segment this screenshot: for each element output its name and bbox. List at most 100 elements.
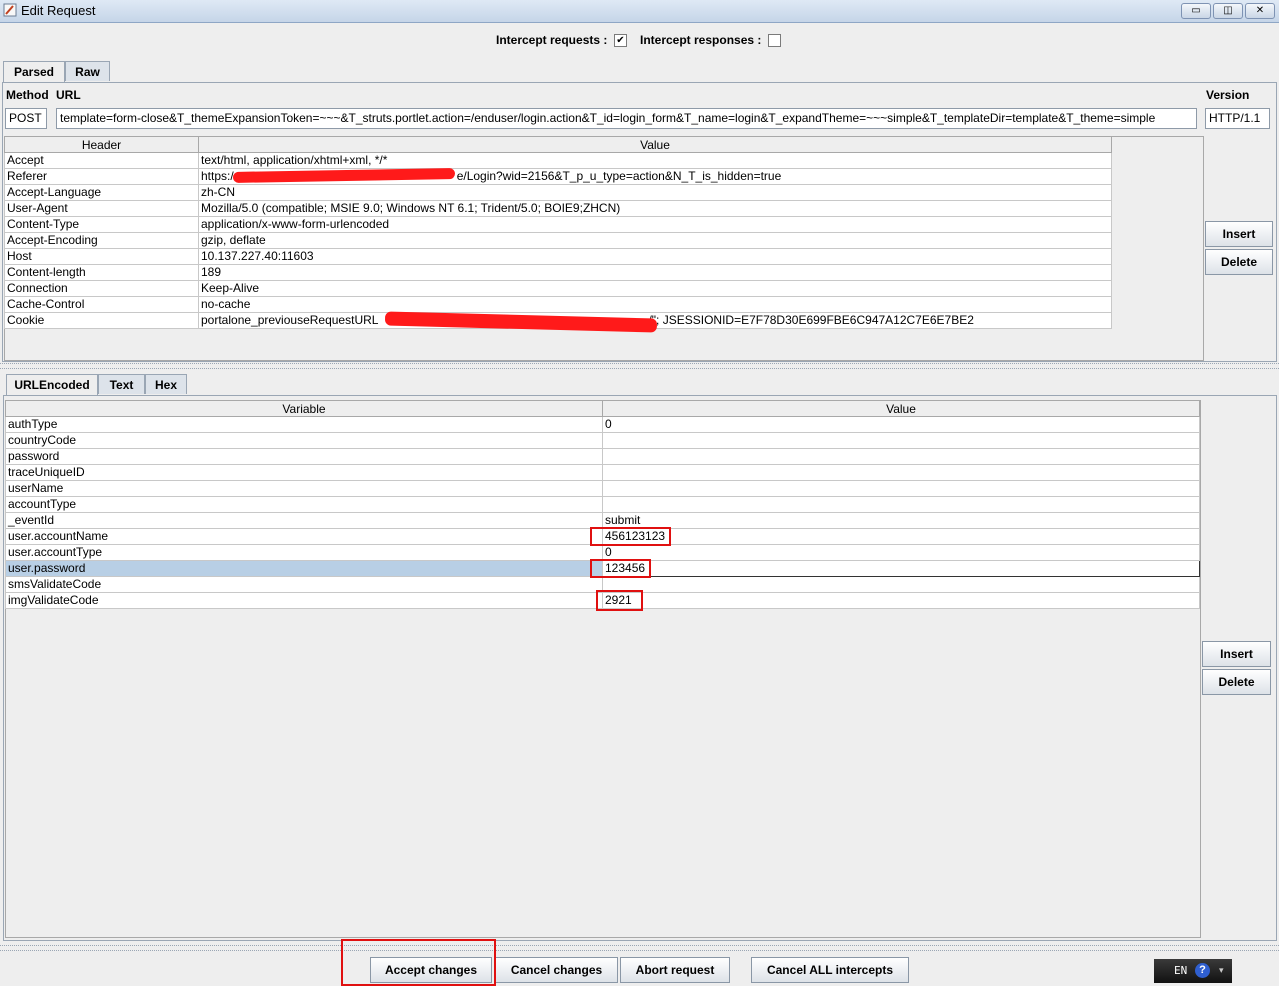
param-value[interactable]: 0 [602,416,1200,433]
table-row[interactable]: countryCode [5,432,1200,449]
chevron-down-icon[interactable]: ▾ [1219,965,1224,976]
table-row[interactable]: Content-length 189 [4,264,1112,281]
headers-header-row: Header Value [4,136,1112,153]
cancel-changes-button[interactable]: Cancel changes [495,957,618,983]
param-name[interactable]: accountType [5,496,603,513]
param-value[interactable] [602,432,1200,449]
header-name[interactable]: Host [4,248,199,265]
header-name[interactable]: Cache-Control [4,296,199,313]
param-value[interactable] [602,448,1200,465]
param-name[interactable]: _eventId [5,512,603,529]
param-value[interactable]: 456123123 [602,528,1200,545]
tab-text[interactable]: Text [98,374,145,394]
table-row[interactable]: Accept-Encoding gzip, deflate [4,232,1112,249]
param-name[interactable]: smsValidateCode [5,576,603,593]
url-label: URL [56,88,81,102]
highlight-box [590,527,671,546]
header-name[interactable]: Content-Type [4,216,199,233]
highlight-box [596,590,643,611]
header-name[interactable]: User-Agent [4,200,199,217]
param-value[interactable]: 2921 [602,592,1200,609]
cancel-all-intercepts-button[interactable]: Cancel ALL intercepts [751,957,909,983]
tab-hex[interactable]: Hex [145,374,187,394]
table-row[interactable]: User-Agent Mozilla/5.0 (compatible; MSIE … [4,200,1112,217]
table-row[interactable]: Connection Keep-Alive [4,280,1112,297]
help-icon[interactable]: ? [1195,963,1210,978]
intercept-requests-label: Intercept requests : [496,33,608,47]
header-value[interactable]: 10.137.227.40:11603 [198,248,1112,265]
ime-language[interactable]: EN [1174,964,1187,977]
param-value[interactable]: 0 [602,544,1200,561]
table-row[interactable]: accountType [5,496,1200,513]
abort-request-button[interactable]: Abort request [620,957,730,983]
param-value[interactable] [602,576,1200,593]
table-row[interactable]: Cache-Control no-cache [4,296,1112,313]
header-name[interactable]: Accept-Language [4,184,199,201]
header-value[interactable]: application/x-www-form-urlencoded [198,216,1112,233]
header-value[interactable]: no-cache [198,296,1112,313]
header-value[interactable]: Keep-Alive [198,280,1112,297]
header-name[interactable]: Cookie [4,312,199,329]
delete-header-button[interactable]: Delete [1205,249,1273,275]
splitter[interactable] [0,945,1279,951]
header-name[interactable]: Connection [4,280,199,297]
header-value[interactable]: text/html, application/xhtml+xml, */* [198,152,1112,169]
version-field[interactable]: HTTP/1.1 [1205,108,1270,129]
header-value[interactable]: 189 [198,264,1112,281]
params-header-row: Variable Value [5,400,1200,417]
tab-raw[interactable]: Raw [65,61,110,81]
table-row[interactable]: Content-Type application/x-www-form-urlen… [4,216,1112,233]
header-name[interactable]: Accept-Encoding [4,232,199,249]
header-name[interactable]: Referer [4,168,199,185]
tab-urlencoded[interactable]: URLEncoded [6,374,98,396]
column-header[interactable]: Value [198,136,1112,153]
version-label: Version [1206,88,1250,102]
highlight-box [590,559,651,578]
header-value-part: https:/ [201,169,234,184]
param-name[interactable]: userName [5,480,603,497]
param-name[interactable]: traceUniqueID [5,464,603,481]
param-value-editing[interactable]: 123456 [602,560,1200,577]
param-value[interactable]: submit [602,512,1200,529]
table-row[interactable]: userName [5,480,1200,497]
table-row[interactable]: Host 10.137.227.40:11603 [4,248,1112,265]
param-name[interactable]: user.accountName [5,528,603,545]
header-name[interactable]: Content-length [4,264,199,281]
tab-parsed[interactable]: Parsed [3,61,65,83]
param-name[interactable]: countryCode [5,432,603,449]
table-row[interactable]: Accept-Language zh-CN [4,184,1112,201]
table-row[interactable]: Referer https:/ e/Login?wid=2156&T_p_u_typ… [4,168,1112,185]
url-field[interactable]: template=form-close&T_themeExpansionToke… [56,108,1197,129]
delete-param-button[interactable]: Delete [1202,669,1271,695]
header-value[interactable]: zh-CN [198,184,1112,201]
table-row[interactable]: authType 0 [5,416,1200,433]
table-row[interactable]: Accept text/html, application/xhtml+xml, … [4,152,1112,169]
table-row[interactable]: password [5,448,1200,465]
intercept-responses-checkbox[interactable] [768,34,781,47]
minimize-button[interactable]: ▭ [1181,3,1211,19]
param-name[interactable]: password [5,448,603,465]
close-button[interactable]: ✕ [1245,3,1275,19]
param-name[interactable]: user.password [5,560,603,577]
ime-bar[interactable]: EN ? ▾ [1154,959,1232,983]
app-icon [3,3,17,17]
header-value[interactable]: Mozilla/5.0 (compatible; MSIE 9.0; Windo… [198,200,1112,217]
column-header[interactable]: Value [602,400,1200,417]
header-name[interactable]: Accept [4,152,199,169]
param-name[interactable]: authType [5,416,603,433]
param-value[interactable] [602,480,1200,497]
table-row[interactable]: traceUniqueID [5,464,1200,481]
column-header[interactable]: Header [4,136,199,153]
splitter[interactable] [0,363,1279,369]
param-name[interactable]: imgValidateCode [5,592,603,609]
intercept-requests-checkbox[interactable]: ✔ [614,34,627,47]
maximize-button[interactable]: ◫ [1213,3,1243,19]
header-value[interactable]: gzip, deflate [198,232,1112,249]
insert-header-button[interactable]: Insert [1205,221,1273,247]
method-field[interactable]: POST [5,108,47,129]
insert-param-button[interactable]: Insert [1202,641,1271,667]
param-value[interactable] [602,464,1200,481]
param-value[interactable] [602,496,1200,513]
param-name[interactable]: user.accountType [5,544,603,561]
column-header[interactable]: Variable [5,400,603,417]
